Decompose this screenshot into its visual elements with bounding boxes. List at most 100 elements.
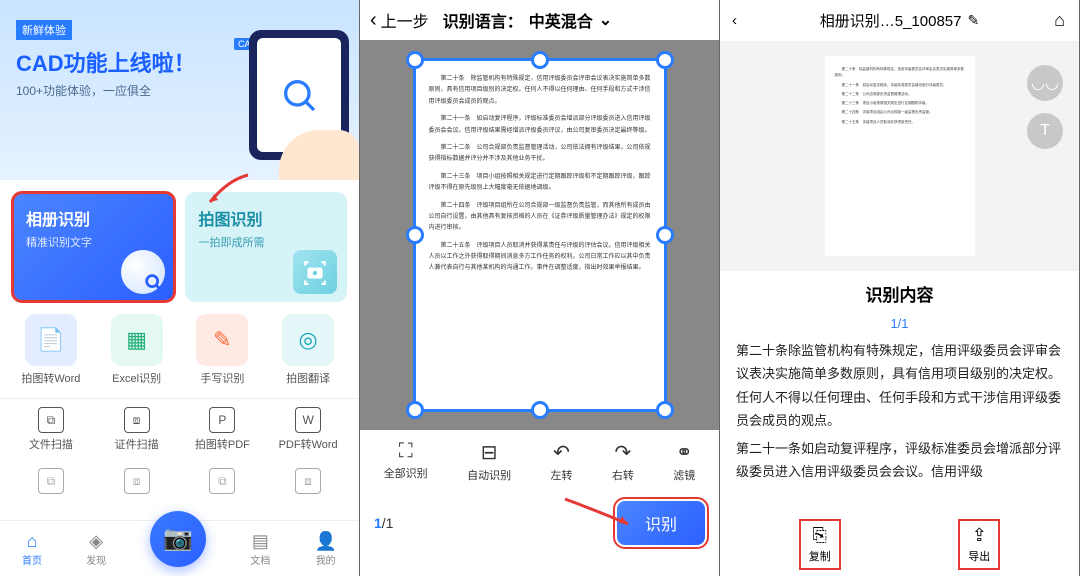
magnifier-icon (121, 250, 165, 294)
result-section-header: 识别内容 (720, 271, 1079, 316)
recognize-all-tool[interactable]: ⛶全部识别 (384, 440, 428, 483)
text-mode-button[interactable]: T (1027, 113, 1063, 149)
back-icon[interactable]: ‹ (732, 12, 737, 29)
view-toggle-button[interactable]: ◡◡ (1027, 65, 1063, 101)
fresh-badge: 新鲜体验 (16, 20, 72, 40)
extra-item[interactable]: ⧈ (98, 468, 176, 497)
id-scan-icon: ⧈ (124, 407, 150, 433)
nav-docs[interactable]: ▤文档 (250, 531, 270, 567)
home-icon: ⌂ (22, 531, 42, 552)
crop-header: ‹ 上一步 识别语言： 中英混合 ⌄ (360, 0, 719, 40)
crop-handle-r[interactable] (656, 226, 674, 244)
back-icon[interactable]: ‹ (370, 9, 377, 32)
crop-handle-t[interactable] (531, 51, 549, 69)
auto-recognize-tool[interactable]: ⊟自动识别 (467, 440, 511, 483)
me-icon: 👤 (314, 531, 336, 552)
file-scan-icon: ⧉ (38, 407, 64, 433)
filter-icon: ⚭ (673, 440, 695, 465)
copy-icon: ⎘ (809, 525, 831, 546)
extra-icon: ⧉ (209, 468, 235, 494)
feature-grid: 📄拍图转Word ▦Excel识别 ✎手写识别 ◎拍图翻译 (0, 314, 359, 398)
pdf-to-word[interactable]: WPDF转Word (269, 407, 347, 452)
crop-handle-tr[interactable] (656, 51, 674, 69)
annotation-arrow-icon (198, 170, 258, 210)
photo-to-pdf[interactable]: P拍图转PDF (184, 407, 262, 452)
bottom-nav: ⌂首页 ◈发现 📷 ▤文档 👤我的 (0, 520, 359, 576)
extra-icon: ⧈ (295, 468, 321, 494)
translate-icon: ◎ (282, 314, 334, 366)
crop-handle-bl[interactable] (406, 401, 424, 419)
back-label[interactable]: 上一步 (381, 8, 429, 32)
word-icon: 📄 (25, 314, 77, 366)
export-icon: ⇪ (968, 525, 990, 546)
excel-icon: ▦ (111, 314, 163, 366)
rotate-left-icon: ↶ (550, 440, 572, 465)
crop-bottom: 1/1 识别 (360, 493, 719, 553)
result-paragraph: 第二十条除监管机构有特殊规定，信用评级委员会评审会议表决实施简单多数原则，具有信… (736, 339, 1063, 433)
extra-icon: ⧉ (38, 468, 64, 494)
annotation-arrow-icon (560, 494, 640, 530)
tertiary-row: ⧉ ⧈ ⧉ ⧈ (0, 460, 359, 505)
full-select-icon: ⛶ (384, 440, 428, 463)
scan-icon: ⊟ (467, 440, 511, 465)
export-button[interactable]: ⇪导出 (960, 521, 998, 568)
crop-frame[interactable]: 第二十条 除监管机构有特殊规定，信用评级委员会评审会议表决实施简单多数原则，具有… (415, 60, 665, 410)
handwrite-icon: ✎ (196, 314, 248, 366)
rotate-right-icon: ↷ (612, 440, 634, 465)
extra-icon: ⧈ (124, 468, 150, 494)
result-header: ‹ 相册识别…5_100857 ✎ ⌂ (720, 0, 1079, 41)
camera-icon: 📷 (163, 524, 193, 553)
mini-document: 第二十条 除监管机构有特殊规定，信用评级委员会评审会议表决实施简单多数原则。 第… (825, 56, 975, 256)
home-icon[interactable]: ⌂ (1054, 10, 1065, 31)
album-recognize-card[interactable]: 相册识别 精准识别文字 (12, 192, 175, 302)
chevron-down-icon: ⌄ (599, 10, 612, 30)
extra-item[interactable]: ⧉ (12, 468, 90, 497)
crop-border (413, 58, 667, 412)
nav-discover[interactable]: ◈发现 (86, 531, 106, 567)
result-page-indicator: 1/1 (720, 316, 1079, 331)
lang-value: 中英混合 (529, 8, 593, 32)
card-subtitle: 精准识别文字 (26, 234, 161, 250)
banner: 新鲜体验 CAD功能上线啦！ 100+功能体验，一应俱全 CAD (0, 0, 359, 180)
result-body[interactable]: 第二十条除监管机构有特殊规定，信用评级委员会评审会议表决实施简单多数原则，具有信… (720, 339, 1079, 489)
card-subtitle: 一拍即成所需 (199, 234, 334, 250)
camera-scan-icon (293, 250, 337, 294)
result-actions: ⎘复制 ⇪导出 (720, 521, 1079, 568)
feature-translate[interactable]: ◎拍图翻译 (269, 314, 347, 386)
document-area: 第二十条 除监管机构有特殊规定，信用评级委员会评审会议表决实施简单多数原则，具有… (360, 40, 719, 430)
file-scan[interactable]: ⧉文件扫描 (12, 407, 90, 452)
word-convert-icon: W (295, 407, 321, 433)
crop-panel: ‹ 上一步 识别语言： 中英混合 ⌄ 第二十条 除监管机构有特殊规定，信用评级委… (360, 0, 720, 576)
result-title: 相册识别…5_100857 (820, 10, 962, 31)
camera-button[interactable]: 📷 (150, 511, 206, 567)
crop-tools: ⛶全部识别 ⊟自动识别 ↶左转 ↷右转 ⚭滤镜 (360, 430, 719, 493)
card-title: 相册识别 (26, 206, 161, 230)
extra-item[interactable]: ⧈ (269, 468, 347, 497)
crop-handle-tl[interactable] (406, 51, 424, 69)
pdf-icon: P (209, 407, 235, 433)
rotate-right-tool[interactable]: ↷右转 (612, 440, 634, 483)
result-paragraph: 第二十一条如启动复评程序，评级标准委员会增派部分评级委员进入信用评级委员会会议。… (736, 437, 1063, 484)
copy-button[interactable]: ⎘复制 (801, 521, 839, 568)
filter-tool[interactable]: ⚭滤镜 (673, 440, 695, 483)
docs-icon: ▤ (250, 531, 270, 552)
id-scan[interactable]: ⧈证件扫描 (98, 407, 176, 452)
edit-icon[interactable]: ✎ (968, 12, 980, 29)
page-indicator: 1/1 (374, 515, 393, 531)
home-panel: 新鲜体验 CAD功能上线啦！ 100+功能体验，一应俱全 CAD 相册识别 精准… (0, 0, 360, 576)
crop-handle-l[interactable] (406, 226, 424, 244)
feature-word[interactable]: 📄拍图转Word (12, 314, 90, 386)
discover-icon: ◈ (86, 531, 106, 552)
main-cards: 相册识别 精准识别文字 拍图识别 一拍即成所需 (0, 180, 359, 314)
crop-handle-b[interactable] (531, 401, 549, 419)
crop-handle-br[interactable] (656, 401, 674, 419)
language-selector[interactable]: 识别语言： 中英混合 ⌄ (437, 8, 612, 32)
rotate-left-tool[interactable]: ↶左转 (550, 440, 572, 483)
extra-item[interactable]: ⧉ (184, 468, 262, 497)
result-panel: ‹ 相册识别…5_100857 ✎ ⌂ 第二十条 除监管机构有特殊规定，信用评级… (720, 0, 1080, 576)
nav-me[interactable]: 👤我的 (314, 531, 336, 567)
feature-handwrite[interactable]: ✎手写识别 (184, 314, 262, 386)
feature-excel[interactable]: ▦Excel识别 (98, 314, 176, 386)
nav-home[interactable]: ⌂首页 (22, 531, 42, 567)
lang-label: 识别语言： (443, 8, 523, 32)
